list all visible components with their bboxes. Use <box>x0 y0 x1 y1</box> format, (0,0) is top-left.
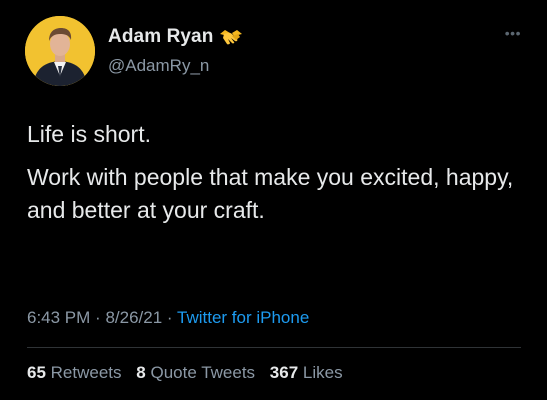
likes-stat[interactable]: 367 Likes <box>270 363 343 382</box>
tweet-card: Adam Ryan @AdamRy_n ••• Life is short. W… <box>0 0 547 400</box>
divider <box>27 347 521 348</box>
likes-count: 367 <box>269 363 299 382</box>
tweet-text: Life is short. Work with people that mak… <box>27 118 527 237</box>
engagement-stats: 65 Retweets 8 Quote Tweets 367 Likes <box>27 363 353 383</box>
avatar-photo <box>25 16 95 86</box>
tweet-source-link[interactable]: Twitter for iPhone <box>177 308 309 327</box>
retweets-label: Retweets <box>50 363 122 382</box>
more-options-icon[interactable]: ••• <box>505 26 521 40</box>
meta-separator: · <box>166 308 173 327</box>
tweet-paragraph: Life is short. <box>27 121 151 147</box>
display-name[interactable]: Adam Ryan <box>108 26 213 48</box>
quote-tweets-count: 8 <box>136 363 146 382</box>
avatar[interactable] <box>25 16 95 86</box>
retweets-count: 65 <box>27 363 46 382</box>
retweets-stat[interactable]: 65 Retweets <box>27 363 126 382</box>
meta-separator: · <box>95 308 101 327</box>
tweet-paragraph: Work with people that make you excited, … <box>27 164 514 223</box>
handshake-icon <box>219 28 243 46</box>
quote-tweets-stat[interactable]: 8 Quote Tweets <box>136 363 260 382</box>
quote-tweets-label: Quote Tweets <box>150 363 256 382</box>
likes-label: Likes <box>302 363 343 382</box>
user-handle[interactable]: @AdamRy_n <box>108 56 209 76</box>
tweet-time[interactable]: 6:43 PM <box>27 308 90 327</box>
tweet-meta: 6:43 PM · 8/26/21 · Twitter for iPhone <box>27 308 309 328</box>
name-row: Adam Ryan <box>108 26 243 48</box>
tweet-date[interactable]: 8/26/21 <box>105 308 162 327</box>
